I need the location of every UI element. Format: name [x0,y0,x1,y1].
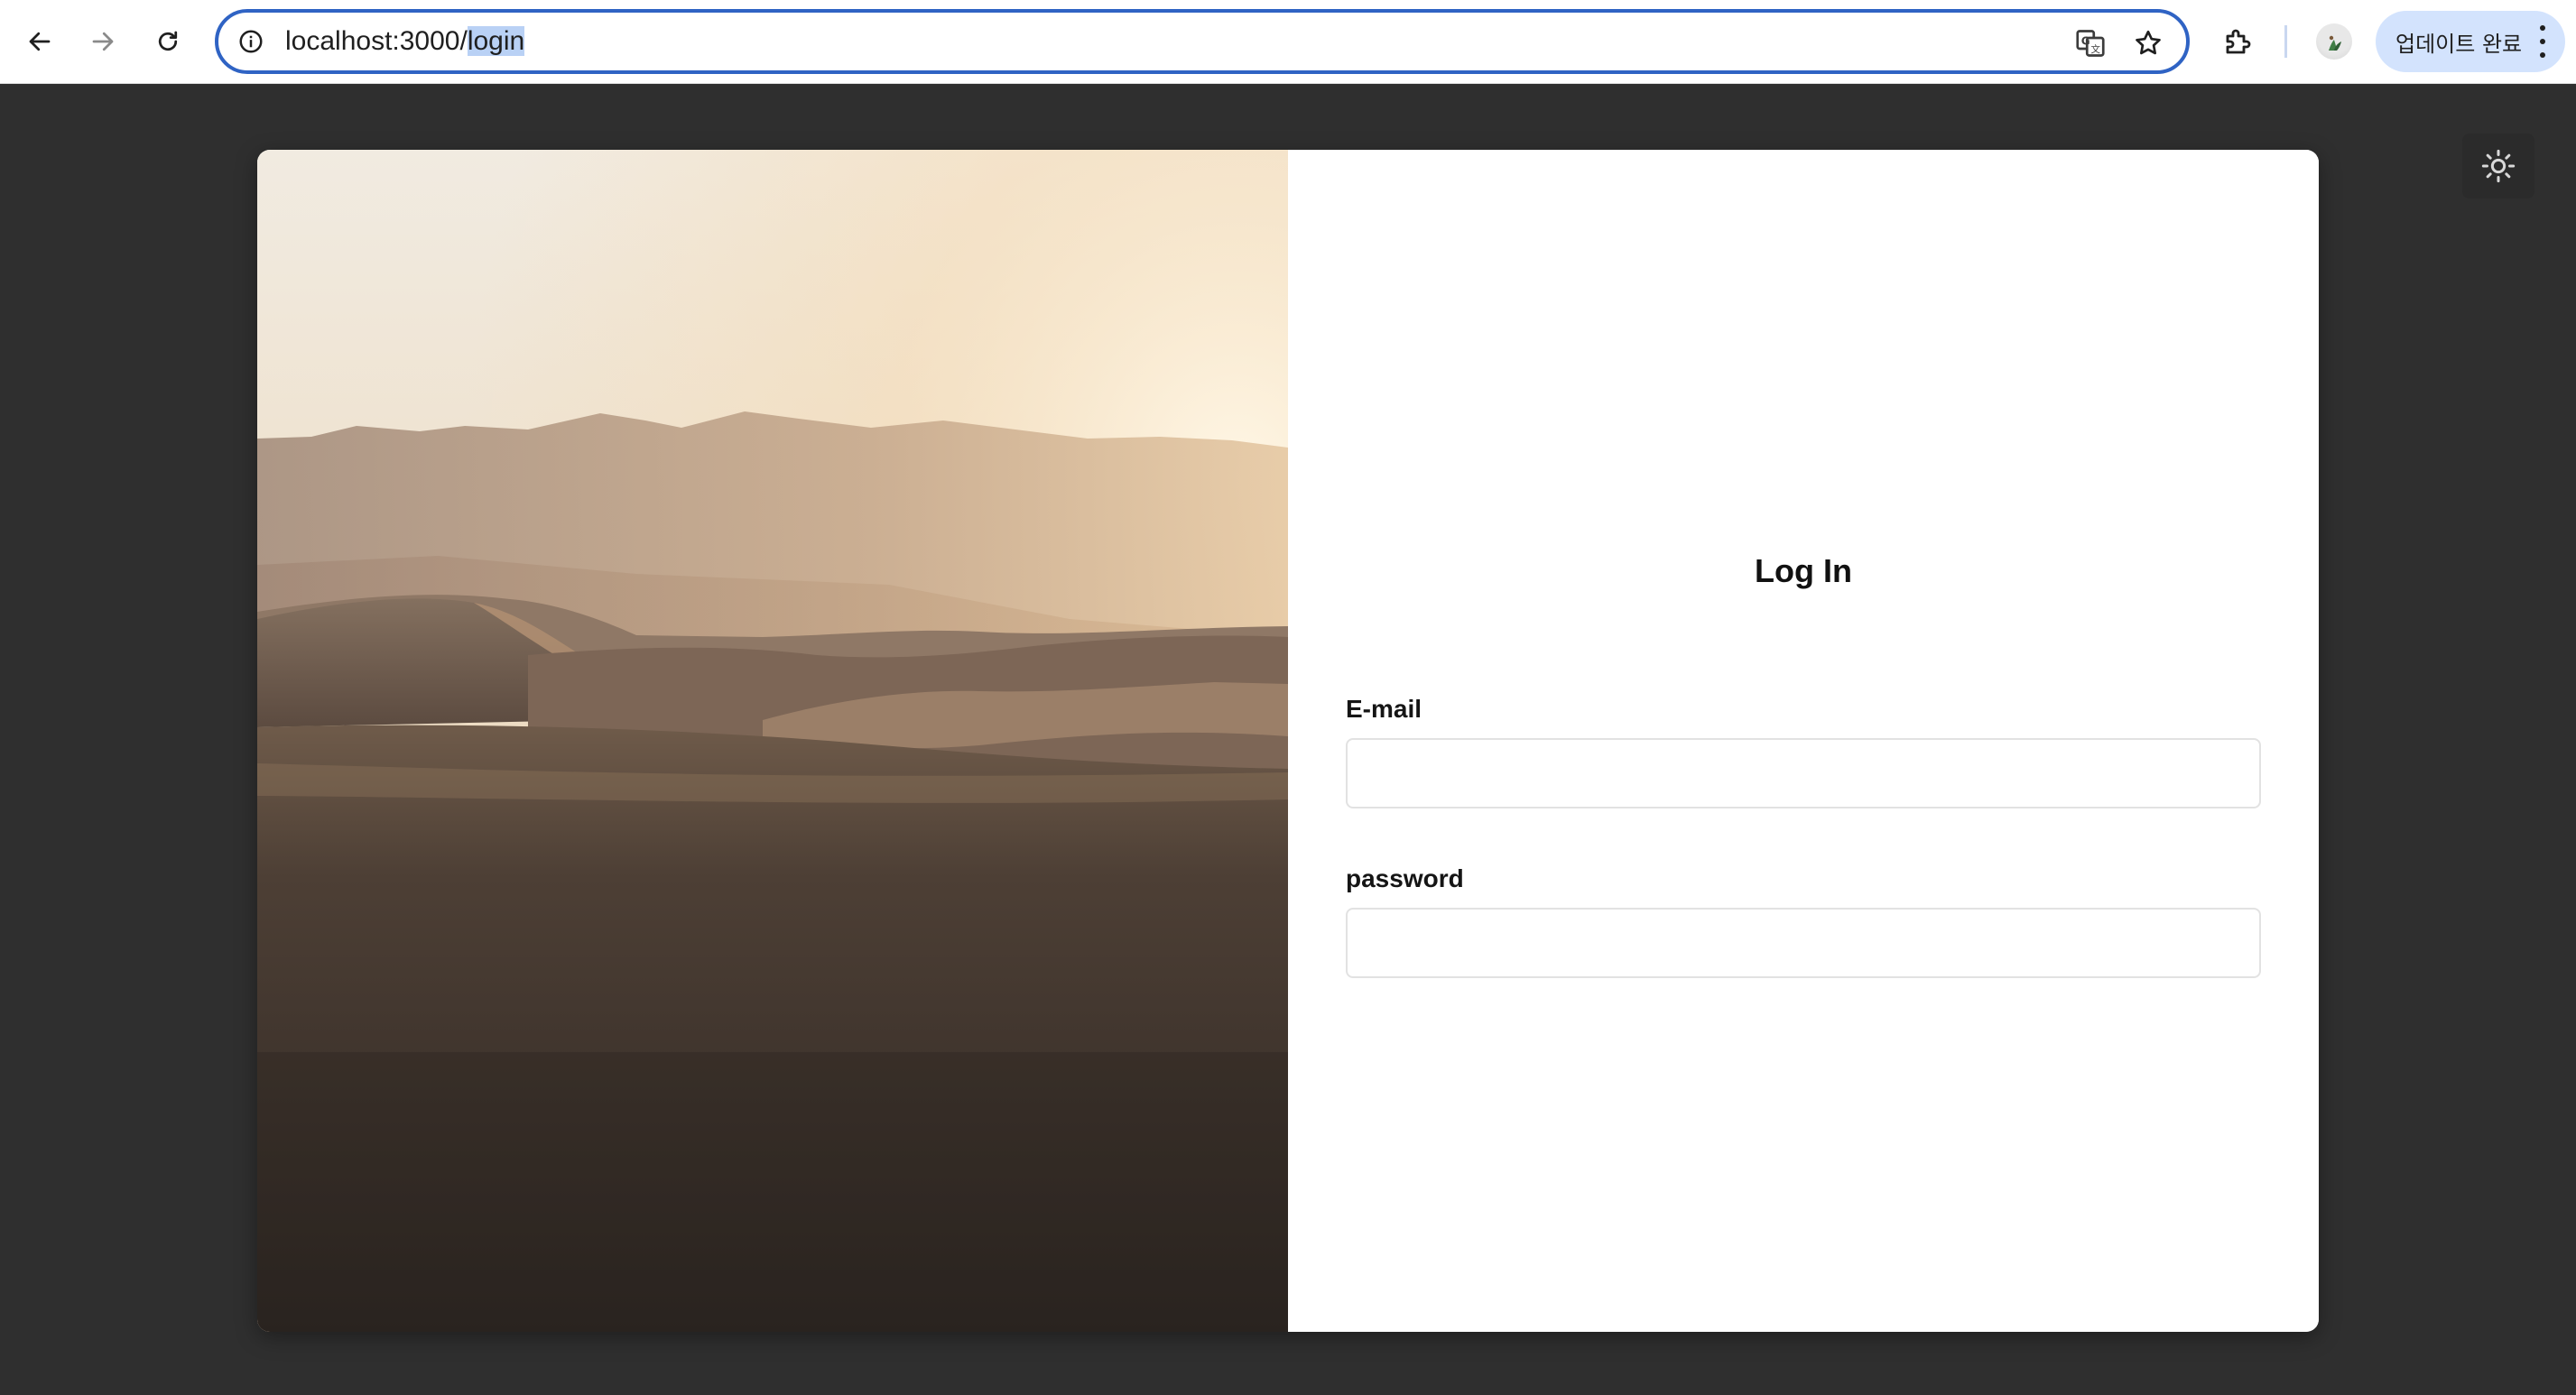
profile-avatar[interactable] [2316,23,2352,60]
toolbar-divider [2284,25,2287,58]
arrow-left-icon [29,32,51,51]
svg-text:文: 文 [2090,43,2100,55]
kebab-menu-icon[interactable] [2536,25,2549,58]
email-field[interactable] [1346,738,2261,808]
password-label: password [1346,864,1464,892]
svg-text:G: G [2081,35,2090,48]
login-title: Log In [1755,552,1852,589]
avatar-image-icon [2329,35,2341,51]
email-label: E-mail [1346,695,1422,723]
back-button[interactable] [16,18,63,65]
login-form-panel: Log In E-mail password [1288,150,2319,1332]
puzzle-icon [2226,29,2251,54]
password-field[interactable] [1346,908,2261,978]
sun-icon [2481,149,2516,183]
reload-button[interactable] [144,18,191,65]
theme-toggle-button[interactable] [2462,134,2534,199]
forward-button[interactable] [79,18,126,65]
url-host: localhost:3000/ [285,26,468,56]
desert-hero-image [257,150,1288,1332]
update-label: 업데이트 완료 [2395,31,2523,57]
browser-toolbar: localhost:3000/login G文 업데이트 완료 [0,0,2576,84]
site-info-button[interactable] [233,23,269,60]
star-icon [2136,30,2161,55]
address-bar[interactable]: localhost:3000/login G文 [215,9,2190,74]
arrow-right-icon [92,32,114,51]
translate-icon: G文 [2076,30,2105,57]
url-path-selected: login [467,26,525,56]
update-button[interactable]: 업데이트 완료 [2376,11,2565,72]
extensions-button[interactable] [2215,18,2262,65]
reload-icon [158,31,178,51]
bookmark-button[interactable] [2128,23,2168,63]
info-icon [239,30,263,53]
login-modal: Log In E-mail password [257,150,2319,1332]
translate-button[interactable]: G文 [2071,23,2110,63]
url-text[interactable]: localhost:3000/login [285,25,525,58]
